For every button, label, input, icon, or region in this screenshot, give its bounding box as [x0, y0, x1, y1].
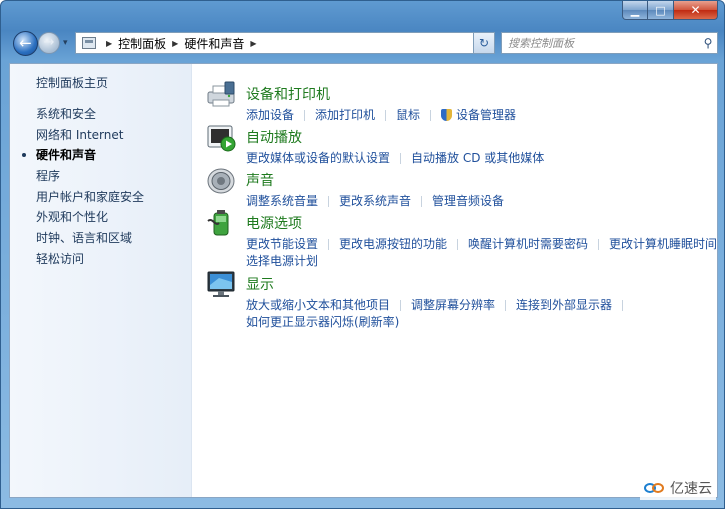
- link-adjust-resolution[interactable]: 调整屏幕分辨率: [411, 296, 495, 313]
- link-separator: [430, 110, 432, 121]
- navigation-bar: ← → ▾ ▶ 控制面板 ▶ 硬件和声音 ▶ ▼ ↻ ⚲: [9, 29, 718, 59]
- link-separator: [328, 239, 330, 250]
- category-links: 添加设备 添加打印机 鼠标 设备管理器: [246, 106, 516, 123]
- link-change-media-defaults[interactable]: 更改媒体或设备的默认设置: [246, 149, 390, 166]
- refresh-button[interactable]: ↻: [473, 32, 495, 54]
- category-links-line2: 如何更正显示器闪烁(刷新率): [246, 313, 399, 330]
- sidebar-item-network[interactable]: 网络和 Internet: [36, 125, 144, 146]
- sidebar-list: 系统和安全 网络和 Internet 硬件和声音 程序 用户帐户和家庭安全 外观…: [21, 104, 144, 270]
- link-device-manager[interactable]: 设备管理器: [456, 106, 516, 123]
- link-separator: [400, 300, 402, 311]
- watermark: 亿速云: [640, 476, 716, 500]
- link-separator: [421, 196, 423, 207]
- breadcrumb-hardware-sound[interactable]: 硬件和声音: [184, 35, 244, 52]
- autoplay-icon[interactable]: [205, 121, 237, 153]
- maximize-button[interactable]: □: [648, 1, 674, 20]
- category-title-autoplay[interactable]: 自动播放: [246, 127, 302, 147]
- link-separator: [622, 300, 624, 311]
- history-dropdown-icon[interactable]: ▾: [63, 38, 68, 48]
- link-autoplay-cd[interactable]: 自动播放 CD 或其他媒体: [411, 149, 544, 166]
- category-title-sound[interactable]: 声音: [246, 170, 274, 190]
- category-title-power-options[interactable]: 电源选项: [246, 213, 302, 233]
- main-panel: 设备和打印机 添加设备 添加打印机 鼠标 设备管理器 自动播放 更改媒体或设备的默认设…: [205, 64, 717, 497]
- sidebar-item-ease-of-access[interactable]: 轻松访问: [36, 249, 144, 270]
- breadcrumb-arrow-icon[interactable]: ▶: [106, 39, 112, 48]
- control-panel-icon: [82, 37, 96, 49]
- category-links: 放大或缩小文本和其他项目 调整屏幕分辨率 连接到外部显示器: [246, 296, 633, 313]
- link-separator: [328, 196, 330, 207]
- category-links: 更改节能设置 更改电源按钮的功能 唤醒计算机时需要密码 更改计算机睡眠时间: [246, 235, 717, 252]
- link-separator: [400, 153, 402, 164]
- link-separator: [457, 239, 459, 250]
- sidebar-item-hardware-sound[interactable]: 硬件和声音: [21, 145, 144, 166]
- link-add-printer[interactable]: 添加打印机: [315, 106, 375, 123]
- forward-button[interactable]: →: [38, 32, 60, 54]
- search-box[interactable]: ⚲: [501, 32, 718, 54]
- link-separator: [304, 110, 306, 121]
- sidebar-home-link[interactable]: 控制面板主页: [36, 74, 108, 91]
- link-mouse[interactable]: 鼠标: [396, 106, 420, 123]
- sidebar-item-user-accounts[interactable]: 用户帐户和家庭安全: [36, 187, 144, 208]
- battery-icon[interactable]: [205, 207, 237, 239]
- link-choose-power-plan[interactable]: 选择电源计划: [246, 254, 318, 268]
- uac-shield-icon: [441, 109, 453, 121]
- close-button[interactable]: ✕: [674, 1, 718, 20]
- breadcrumb-arrow-icon[interactable]: ▶: [172, 39, 178, 48]
- link-change-power-saving[interactable]: 更改节能设置: [246, 235, 318, 252]
- category-links: 调整系统音量 更改系统声音 管理音频设备: [246, 192, 504, 209]
- link-change-system-sounds[interactable]: 更改系统声音: [339, 192, 411, 209]
- sidebar-item-programs[interactable]: 程序: [36, 166, 144, 187]
- link-add-device[interactable]: 添加设备: [246, 106, 294, 123]
- link-correct-monitor-flicker[interactable]: 如何更正显示器闪烁(刷新率): [246, 315, 399, 329]
- link-power-button-function[interactable]: 更改电源按钮的功能: [339, 235, 447, 252]
- breadcrumb-control-panel[interactable]: 控制面板: [118, 35, 166, 52]
- link-change-sleep-time[interactable]: 更改计算机睡眠时间: [609, 235, 717, 252]
- monitor-icon[interactable]: [205, 268, 237, 300]
- sidebar-item-appearance[interactable]: 外观和个性化: [36, 207, 144, 228]
- breadcrumb-arrow-icon[interactable]: ▶: [250, 39, 256, 48]
- link-adjust-volume[interactable]: 调整系统音量: [246, 192, 318, 209]
- link-connect-external-display[interactable]: 连接到外部显示器: [516, 296, 612, 313]
- minimize-button[interactable]: ▁: [622, 1, 648, 20]
- link-manage-audio-devices[interactable]: 管理音频设备: [432, 192, 504, 209]
- printer-icon[interactable]: [205, 78, 237, 110]
- caption-buttons: ▁ □ ✕: [622, 1, 718, 20]
- link-separator: [385, 110, 387, 121]
- category-title-devices-printers[interactable]: 设备和打印机: [246, 84, 330, 104]
- content-area: 控制面板主页 系统和安全 网络和 Internet 硬件和声音 程序 用户帐户和…: [9, 63, 718, 498]
- link-separator: [598, 239, 600, 250]
- address-bar[interactable]: ▶ 控制面板 ▶ 硬件和声音 ▶ ▼: [75, 32, 493, 54]
- sidebar-item-system-security[interactable]: 系统和安全: [36, 104, 144, 125]
- control-panel-window: ▁ □ ✕ ← → ▾ ▶ 控制面板 ▶ 硬件和声音 ▶ ▼ ↻ ⚲ 控制面板主…: [0, 0, 725, 509]
- sidebar-item-clock-language[interactable]: 时钟、语言和区域: [36, 228, 144, 249]
- watermark-text: 亿速云: [670, 481, 712, 497]
- yisu-logo-icon: [644, 481, 666, 495]
- category-links: 更改媒体或设备的默认设置 自动播放 CD 或其他媒体: [246, 149, 544, 166]
- link-make-text-larger-smaller[interactable]: 放大或缩小文本和其他项目: [246, 296, 390, 313]
- category-title-display[interactable]: 显示: [246, 274, 274, 294]
- link-separator: [505, 300, 507, 311]
- sidebar: 控制面板主页 系统和安全 网络和 Internet 硬件和声音 程序 用户帐户和…: [10, 64, 192, 497]
- speaker-icon[interactable]: [205, 164, 237, 196]
- search-icon[interactable]: ⚲: [699, 36, 717, 50]
- search-input[interactable]: [502, 34, 699, 52]
- back-button[interactable]: ←: [13, 31, 38, 56]
- link-require-password-wake[interactable]: 唤醒计算机时需要密码: [468, 235, 588, 252]
- category-links-line2: 选择电源计划: [246, 252, 318, 269]
